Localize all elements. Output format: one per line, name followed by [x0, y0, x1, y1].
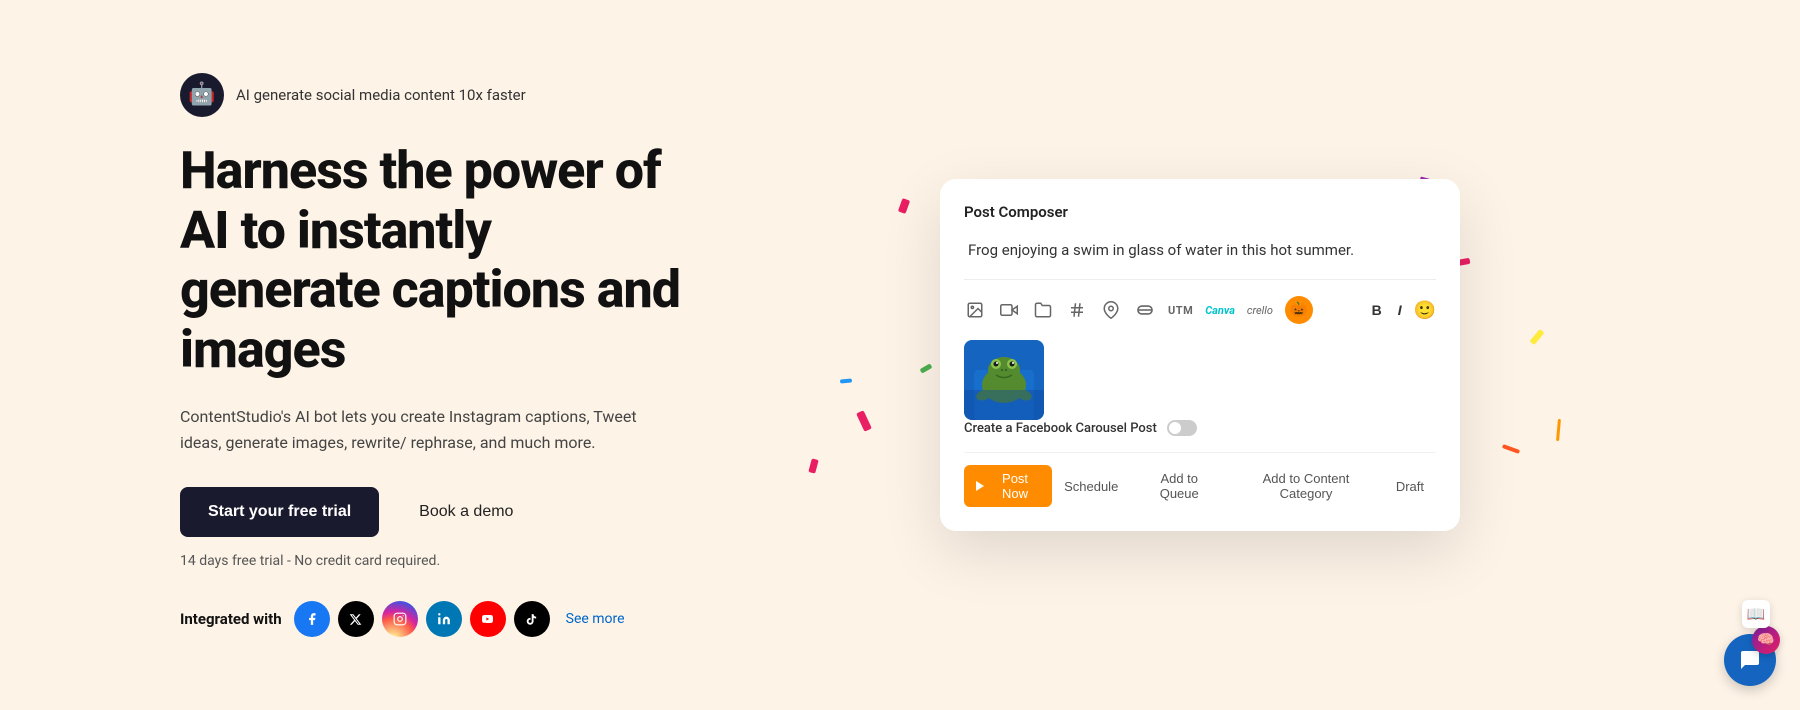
confetti-orange-3	[1556, 419, 1561, 441]
trial-note: 14 days free trial - No credit card requ…	[180, 553, 700, 569]
facebook-icon[interactable]	[294, 601, 330, 637]
add-to-content-category-button[interactable]: Add to Content Category	[1228, 465, 1384, 507]
post-now-button[interactable]: Post Now	[964, 465, 1052, 507]
post-composer-card: Post Composer Frog enjoying a swim in gl…	[940, 179, 1460, 531]
toolbar-left: UTM Canva crello 🎃	[964, 296, 1313, 324]
video-icon[interactable]	[998, 299, 1020, 321]
card-toolbar: UTM Canva crello 🎃 B I 🙂	[964, 296, 1436, 324]
see-more-link[interactable]: See more	[566, 611, 625, 627]
utm-badge: UTM	[1168, 304, 1193, 317]
headline: Harness the power of AI to instantly gen…	[180, 141, 700, 380]
emoji-picker-icon[interactable]: 🙂	[1414, 300, 1436, 321]
left-content: 🤖 AI generate social media content 10x f…	[180, 73, 700, 637]
carousel-label: Create a Facebook Carousel Post	[964, 421, 1157, 436]
image-icon[interactable]	[964, 299, 986, 321]
description: ContentStudio's AI bot lets you create I…	[180, 404, 640, 455]
draft-button[interactable]: Draft	[1384, 473, 1436, 500]
action-buttons: Post Now Schedule Add to Queue Add to Co…	[964, 452, 1436, 507]
carousel-row: Create a Facebook Carousel Post	[964, 420, 1436, 436]
toolbar-right: B I 🙂	[1368, 300, 1436, 321]
play-icon	[976, 481, 984, 491]
crello-badge: crello	[1247, 304, 1273, 317]
confetti-yellow-2	[1530, 329, 1545, 345]
ai-brain-icon[interactable]: 🧠	[1752, 626, 1780, 654]
frog-image-preview	[964, 340, 1044, 420]
italic-button[interactable]: I	[1394, 300, 1406, 320]
confetti-blue-1	[840, 378, 852, 383]
start-trial-button[interactable]: Start your free trial	[180, 487, 379, 537]
card-text-content: Frog enjoying a swim in glass of water i…	[964, 241, 1436, 259]
tiktok-icon[interactable]	[514, 601, 550, 637]
x-twitter-icon[interactable]	[338, 601, 374, 637]
right-content: Post Composer Frog enjoying a swim in gl…	[780, 179, 1620, 531]
linkedin-icon[interactable]	[426, 601, 462, 637]
integrations-row: Integrated with	[180, 601, 700, 637]
add-to-queue-button[interactable]: Add to Queue	[1130, 465, 1228, 507]
confetti-green-1	[920, 363, 933, 373]
confetti-pink-4	[808, 458, 818, 473]
robot-icon: 🤖	[180, 73, 224, 117]
card-divider	[964, 279, 1436, 280]
book-icon-button[interactable]: 📖	[1742, 600, 1770, 628]
schedule-button[interactable]: Schedule	[1052, 473, 1130, 500]
badge-text: AI generate social media content 10x fas…	[236, 86, 526, 104]
bold-button[interactable]: B	[1368, 300, 1386, 320]
location-icon[interactable]	[1100, 299, 1122, 321]
confetti-pink-1	[898, 198, 910, 214]
hashtag-icon[interactable]	[1066, 299, 1088, 321]
badge-row: 🤖 AI generate social media content 10x f…	[180, 73, 700, 117]
link-icon[interactable]	[1134, 299, 1156, 321]
carousel-toggle[interactable]	[1167, 420, 1197, 436]
confetti-orange-2	[1502, 444, 1520, 454]
confetti-pink-3	[856, 410, 872, 432]
chat-widget-area: 🧠	[1724, 634, 1776, 686]
instagram-icon[interactable]	[382, 601, 418, 637]
folder-icon[interactable]	[1032, 299, 1054, 321]
emoji-pumpkin[interactable]: 🎃	[1285, 296, 1313, 324]
book-demo-button[interactable]: Book a demo	[399, 487, 533, 537]
social-icons-list	[294, 601, 550, 637]
youtube-icon[interactable]	[470, 601, 506, 637]
card-title: Post Composer	[964, 203, 1436, 221]
canva-badge: Canva	[1205, 304, 1235, 317]
integrations-label: Integrated with	[180, 610, 282, 628]
cta-row: Start your free trial Book a demo	[180, 487, 700, 537]
